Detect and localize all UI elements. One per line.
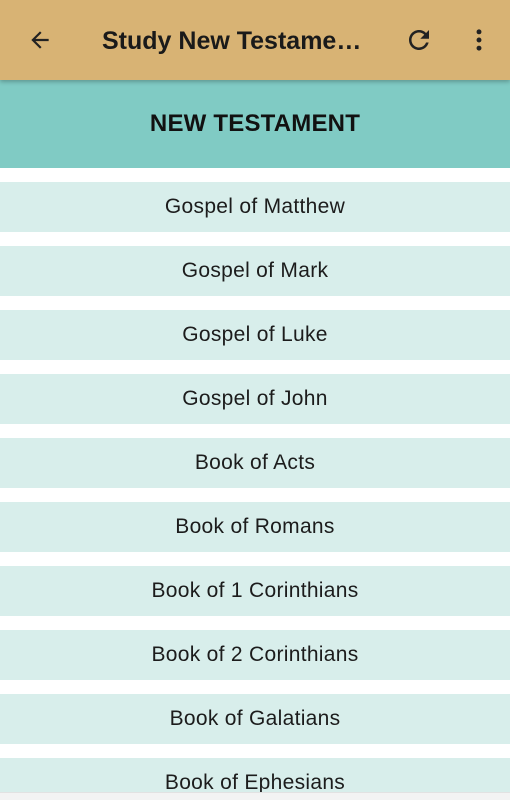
list-item-acts[interactable]: Book of Acts: [0, 438, 510, 488]
section-title: NEW TESTAMENT: [149, 110, 361, 137]
list-item-romans[interactable]: Book of Romans: [0, 502, 510, 552]
list-item-mark[interactable]: Gospel of Mark: [0, 246, 510, 296]
list-item-label: Book of Galatians: [169, 707, 341, 730]
book-list: Gospel of Matthew Gospel of Mark Gospel …: [0, 182, 510, 800]
toolbar-title: Study New Testame…: [102, 27, 362, 55]
refresh-icon: [409, 30, 429, 50]
app-toolbar: Study New Testame…: [0, 0, 510, 80]
back-button[interactable]: [16, 16, 64, 64]
list-item-label: Book of 2 Corinthians: [151, 643, 359, 666]
list-item-label: Gospel of Matthew: [164, 195, 346, 218]
refresh-button[interactable]: [395, 16, 443, 64]
list-item-luke[interactable]: Gospel of Luke: [0, 310, 510, 360]
app-screen: Study New Testame… NEW TESTAMENT Gospel …: [0, 0, 510, 800]
list-item-1-corinthians[interactable]: Book of 1 Corinthians: [0, 566, 510, 616]
list-item-label: Gospel of Mark: [181, 259, 329, 282]
list-item-2-corinthians[interactable]: Book of 2 Corinthians: [0, 630, 510, 680]
list-item-label: Book of Romans: [175, 515, 335, 538]
list-item-label: Gospel of John: [182, 387, 328, 410]
list-item-label: Book of 1 Corinthians: [151, 579, 359, 602]
section-header: NEW TESTAMENT: [0, 80, 510, 168]
bottom-edge: [0, 792, 510, 800]
list-item-matthew[interactable]: Gospel of Matthew: [0, 182, 510, 232]
list-item-john[interactable]: Gospel of John: [0, 374, 510, 424]
list-item-label: Book of Acts: [194, 451, 316, 474]
list-item-galatians[interactable]: Book of Galatians: [0, 694, 510, 744]
overflow-menu-button[interactable]: [455, 16, 503, 64]
arrow-left-icon: [31, 31, 49, 49]
more-vertical-icon: [476, 29, 482, 51]
list-item-label: Gospel of Luke: [182, 323, 328, 346]
